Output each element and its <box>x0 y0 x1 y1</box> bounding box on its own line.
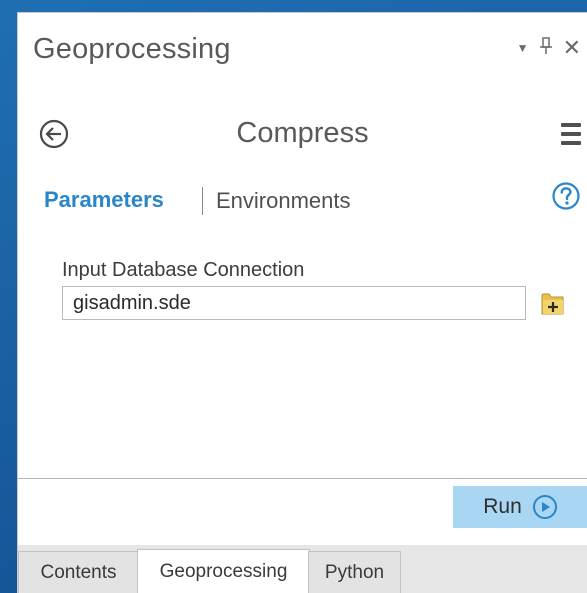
tab-parameters[interactable]: Parameters <box>44 187 164 213</box>
tab-geoprocessing[interactable]: Geoprocessing <box>137 549 310 593</box>
tab-python[interactable]: Python <box>308 551 401 593</box>
input-database-connection-label: Input Database Connection <box>62 259 305 281</box>
run-label: Run <box>483 495 522 518</box>
pane-titlebar: Geoprocessing ▼ ✕ <box>18 13 587 83</box>
tab-contents[interactable]: Contents <box>18 551 139 593</box>
browse-folder-icon[interactable] <box>541 293 565 315</box>
play-icon <box>532 494 558 520</box>
pane-controls: ▼ ✕ <box>517 37 581 59</box>
pin-icon[interactable] <box>539 37 553 59</box>
input-database-connection-field[interactable] <box>62 286 526 320</box>
dropdown-arrow-icon[interactable]: ▼ <box>517 38 529 58</box>
pane-title: Geoprocessing <box>33 33 231 65</box>
run-button[interactable]: Run <box>453 486 587 528</box>
tool-title: Compress <box>236 117 369 149</box>
tool-header: Compress <box>18 113 587 157</box>
divider <box>18 478 587 479</box>
close-icon[interactable]: ✕ <box>563 37 581 59</box>
tab-separator <box>202 187 203 215</box>
tool-tabs: Parameters Environments <box>44 182 587 217</box>
help-icon[interactable] <box>551 181 581 211</box>
geoprocessing-pane: Geoprocessing ▼ ✕ Compress Parameters En… <box>17 12 587 593</box>
bottom-tab-bar: Contents Geoprocessing Python <box>18 545 587 593</box>
tab-environments[interactable]: Environments <box>216 188 351 214</box>
hamburger-menu-icon[interactable] <box>561 123 581 145</box>
